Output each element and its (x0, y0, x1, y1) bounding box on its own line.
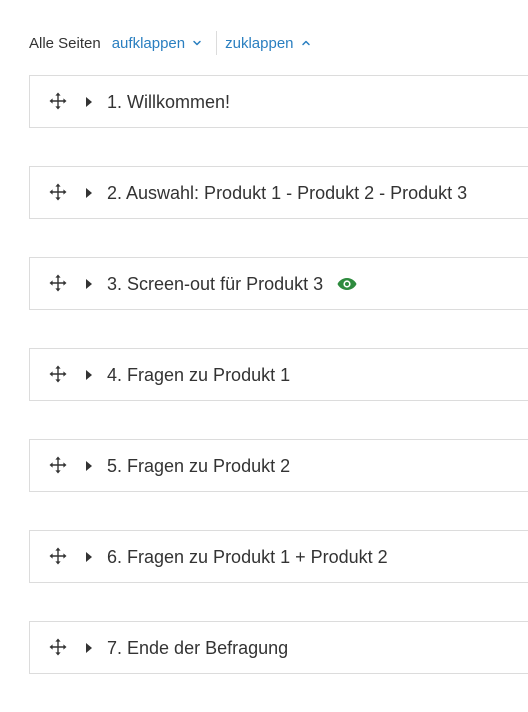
caret-right-icon[interactable] (85, 369, 93, 381)
page-title-text: 2. Auswahl: Produkt 1 - Produkt 2 - Prod… (107, 183, 468, 203)
page-item[interactable]: 3. Screen-out für Produkt 3 (29, 257, 528, 310)
page-item[interactable]: 5. Fragen zu Produkt 2 (29, 439, 528, 492)
collapse-all-button[interactable]: zuklappen (225, 35, 310, 52)
page-title[interactable]: 1. Willkommen! (107, 91, 230, 113)
page-item[interactable]: 4. Fragen zu Produkt 1 (29, 348, 528, 401)
move-arrows-icon[interactable] (49, 547, 67, 565)
page-title[interactable]: 4. Fragen zu Produkt 1 (107, 364, 290, 386)
collapse-all-label: zuklappen (225, 34, 294, 52)
caret-right-icon[interactable] (85, 278, 93, 290)
move-arrows-icon[interactable] (49, 456, 67, 474)
page-title-text: 4. Fragen zu Produkt 1 (107, 365, 291, 385)
caret-right-icon[interactable] (85, 551, 93, 563)
page-title[interactable]: 7. Ende der Befragung (107, 637, 288, 659)
eye-icon[interactable] (337, 277, 357, 291)
page-title[interactable]: 2. Auswahl: Produkt 1 - Produkt 2 - Prod… (107, 182, 467, 204)
page-title-text: 5. Fragen zu Produkt 2 (107, 456, 291, 476)
move-arrows-icon[interactable] (49, 92, 67, 110)
chevron-up-icon (301, 38, 311, 48)
expand-all-button[interactable]: aufklappen (112, 35, 202, 52)
page-title-text: 1. Willkommen! (107, 92, 231, 112)
page-title-text: 7. Ende der Befragung (107, 638, 289, 658)
page-title-text: 3. Screen-out für Produkt 3 (107, 274, 324, 294)
chevron-down-icon (192, 38, 202, 48)
caret-right-icon[interactable] (85, 460, 93, 472)
page-toolbar: Alle Seiten aufklappen zuklappen (29, 30, 311, 56)
page-item[interactable]: 2. Auswahl: Produkt 1 - Produkt 2 - Prod… (29, 166, 528, 219)
page-title[interactable]: 5. Fragen zu Produkt 2 (107, 455, 290, 477)
page-item[interactable]: 1. Willkommen! (29, 75, 528, 128)
caret-right-icon[interactable] (85, 96, 93, 108)
move-arrows-icon[interactable] (49, 183, 67, 201)
move-arrows-icon[interactable] (49, 638, 67, 656)
all-pages-label: Alle Seiten (29, 34, 101, 52)
page-title[interactable]: 6. Fragen zu Produkt 1 + Produkt 2 (107, 546, 388, 568)
page-item[interactable]: 6. Fragen zu Produkt 1 + Produkt 2 (29, 530, 528, 583)
page-title-text: 6. Fragen zu Produkt 1 + Produkt 2 (107, 547, 388, 567)
expand-all-label: aufklappen (111, 34, 186, 52)
caret-right-icon[interactable] (85, 187, 93, 199)
page-title[interactable]: 3. Screen-out für Produkt 3 (107, 273, 357, 295)
toolbar-divider (216, 31, 218, 55)
move-arrows-icon[interactable] (49, 274, 67, 292)
page-list: 1. Willkommen! 2. Auswahl: Produkt 1 - Pr… (29, 75, 528, 712)
caret-right-icon[interactable] (85, 642, 93, 654)
page-item[interactable]: 7. Ende der Befragung (29, 621, 528, 674)
move-arrows-icon[interactable] (49, 365, 67, 383)
